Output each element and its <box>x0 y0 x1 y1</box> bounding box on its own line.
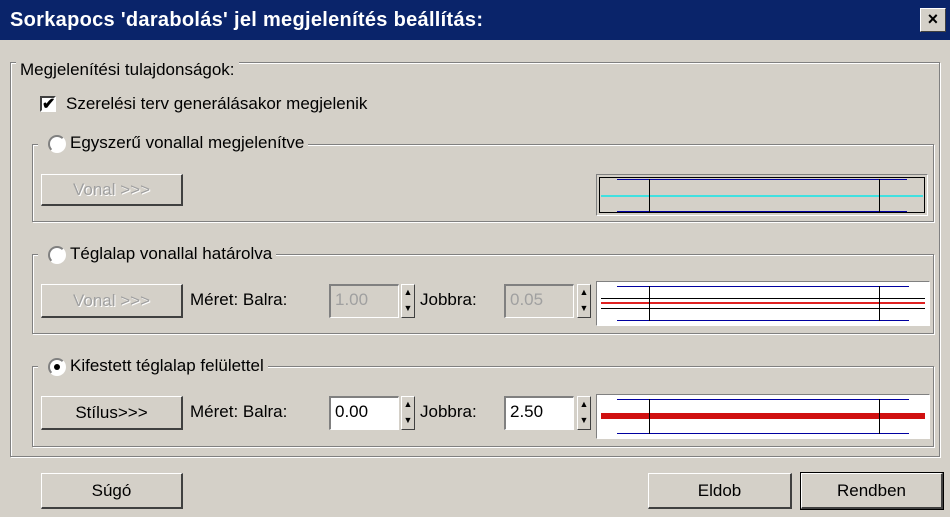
show-on-assembly-label: Szerelési terv generálásakor megjelenik <box>66 94 368 113</box>
rect-right-input[interactable]: 0.05 <box>504 284 574 318</box>
simple-line-radio[interactable] <box>48 135 66 153</box>
rect-left-spinner[interactable]: ▲ ▼ <box>401 284 415 318</box>
simple-line-button[interactable]: Vonal >>> <box>41 174 183 206</box>
simple-line-preview <box>596 174 928 216</box>
dialog-window: Sorkapocs 'darabolás' jel megjelenítés b… <box>0 0 950 517</box>
style-button[interactable]: Stílus>>> <box>41 396 183 430</box>
fill-right-input[interactable]: 2.50 <box>504 396 574 430</box>
fill-left-spinner[interactable]: ▲ ▼ <box>401 396 415 430</box>
rect-line-preview <box>596 281 930 326</box>
show-on-assembly-checkbox[interactable]: ✔ <box>40 96 56 113</box>
fill-size-left-label: Méret: Balra: <box>190 402 288 421</box>
close-icon[interactable]: × <box>920 8 946 32</box>
fill-right-label: Jobbra: <box>420 402 477 421</box>
rect-line-legend: Téglalap vonallal határolva <box>38 244 277 264</box>
rect-right-label: Jobbra: <box>420 290 477 309</box>
filled-rect-label: Kifestett téglalap felülettel <box>70 356 264 375</box>
rect-right-spinner[interactable]: ▲ ▼ <box>577 284 591 318</box>
window-title: Sorkapocs 'darabolás' jel megjelenítés b… <box>10 9 484 31</box>
filled-rect-legend: Kifestett téglalap felülettel <box>38 356 268 376</box>
filled-rect-radio[interactable] <box>48 358 66 376</box>
rect-line-radio[interactable] <box>48 246 66 264</box>
ok-button[interactable]: Rendben <box>800 472 944 510</box>
properties-legend: Megjelenítési tulajdonságok: <box>16 60 239 80</box>
filled-rect-preview <box>596 394 930 439</box>
rect-size-left-label: Méret: Balra: <box>190 290 288 309</box>
rect-left-input[interactable]: 1.00 <box>329 284 399 318</box>
simple-line-legend: Egyszerű vonallal megjelenítve <box>38 133 309 153</box>
help-button[interactable]: Súgó <box>41 473 183 509</box>
fill-left-input[interactable]: 0.00 <box>329 396 399 430</box>
title-bar[interactable]: Sorkapocs 'darabolás' jel megjelenítés b… <box>0 0 950 40</box>
rect-line-label: Téglalap vonallal határolva <box>70 244 273 263</box>
fill-right-spinner[interactable]: ▲ ▼ <box>577 396 591 430</box>
rect-line-button[interactable]: Vonal >>> <box>41 284 183 318</box>
discard-button[interactable]: Eldob <box>648 473 792 509</box>
simple-line-label: Egyszerű vonallal megjelenítve <box>70 133 305 152</box>
